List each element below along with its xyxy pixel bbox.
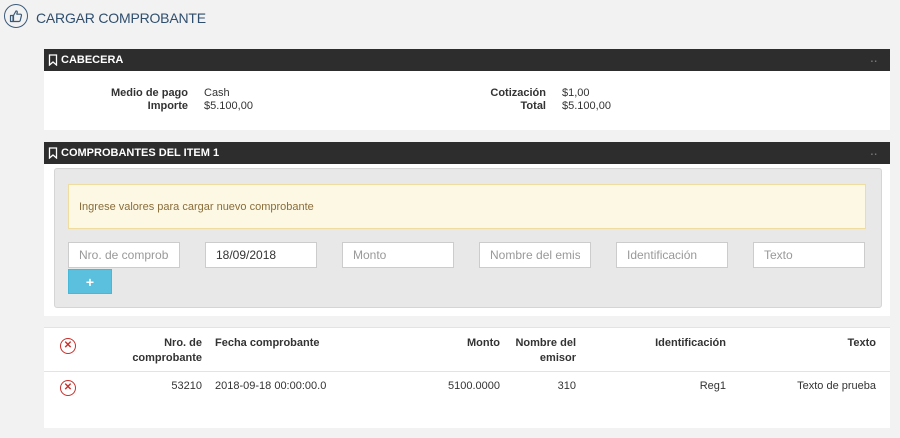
comprobantes-title: COMPROBANTES DEL ITEM 1 (61, 147, 220, 159)
medio-pago-value: Cash (204, 87, 230, 99)
importe-value: $5.100,00 (204, 100, 253, 112)
header-nro-line2: comprobante (132, 352, 202, 364)
header-monto: Monto (467, 337, 500, 349)
medio-pago-label: Medio de pago (111, 87, 188, 99)
header-nro-line1: Nro. de (164, 337, 202, 349)
fecha-comprobante-input[interactable] (205, 242, 317, 268)
cabecera-header: CABECERA .. (44, 49, 890, 71)
page-title: CARGAR COMPROBANTE (36, 10, 206, 26)
texto-input[interactable] (753, 242, 865, 268)
cotizacion-value: $1,00 (562, 87, 590, 99)
monto-input[interactable] (342, 242, 454, 268)
nro-comprobante-input[interactable] (68, 242, 180, 268)
thumbs-up-icon (4, 4, 28, 28)
importe-label: Importe (147, 100, 188, 112)
add-comprobante-button[interactable]: + (68, 269, 112, 294)
table-top-border (44, 327, 890, 328)
header-nro-comprobante: Nro. de comprobante (110, 336, 202, 366)
collapse-icon[interactable]: .. (870, 54, 878, 65)
row-divider (44, 371, 890, 372)
cell-nro: 53210 (171, 380, 202, 392)
delete-row-icon[interactable]: ✕ (60, 380, 76, 396)
cabecera-title: CABECERA (61, 54, 124, 66)
total-label: Total (520, 100, 546, 112)
cell-identificacion: Reg1 (699, 380, 726, 392)
cell-emisor: 310 (557, 380, 576, 392)
info-alert: Ingrese valores para cargar nuevo compro… (68, 184, 866, 229)
cotizacion-label: Cotización (490, 87, 546, 99)
cell-texto: Texto de prueba (797, 380, 876, 392)
bookmark-icon (48, 54, 58, 66)
cell-fecha: 2018-09-18 00:00:00.0 (215, 380, 327, 392)
total-value: $5.100,00 (562, 100, 611, 112)
delete-all-icon[interactable]: ✕ (60, 338, 76, 354)
header-emisor-line1: Nombre del (515, 337, 576, 349)
nombre-emisor-input[interactable] (479, 242, 591, 268)
header-fecha: Fecha comprobante (215, 337, 320, 349)
bookmark-icon (48, 147, 58, 159)
header-identificacion: Identificación (655, 337, 726, 349)
cell-monto: 5100.0000 (448, 380, 500, 392)
header-nombre-emisor: Nombre del emisor (500, 336, 576, 366)
header-texto: Texto (847, 337, 876, 349)
comprobantes-header: COMPROBANTES DEL ITEM 1 .. (44, 142, 890, 164)
header-emisor-line2: emisor (539, 352, 576, 364)
identificacion-input[interactable] (616, 242, 728, 268)
collapse-icon[interactable]: .. (870, 147, 878, 158)
